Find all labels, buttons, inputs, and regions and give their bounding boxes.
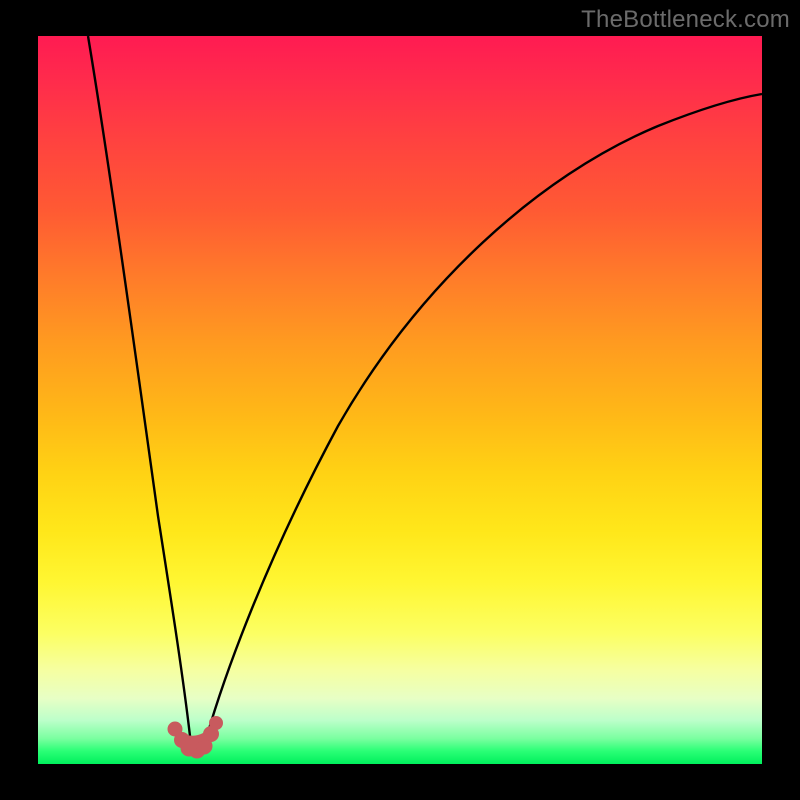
left-branch-path bbox=[88, 36, 193, 750]
bottom-marker-cluster bbox=[168, 717, 223, 759]
watermark-text: TheBottleneck.com bbox=[581, 6, 790, 34]
plot-area bbox=[38, 36, 762, 764]
outer-frame: TheBottleneck.com bbox=[0, 0, 800, 800]
curve-svg bbox=[38, 36, 762, 764]
right-branch-path bbox=[203, 94, 762, 750]
